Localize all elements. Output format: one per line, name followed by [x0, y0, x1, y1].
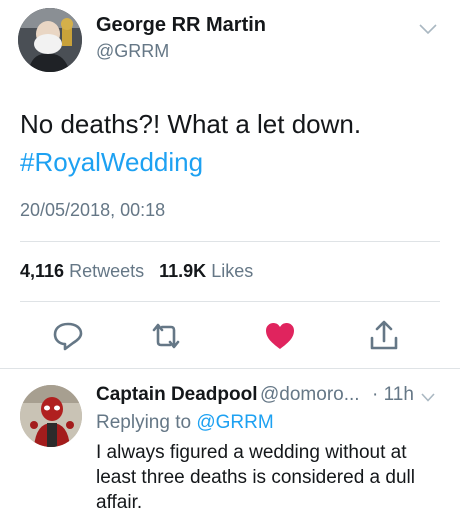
chevron-down-icon[interactable] — [420, 390, 436, 402]
engagement-stats: 4,116 Retweets 11.9K Likes — [20, 261, 253, 282]
divider — [20, 301, 440, 302]
author-name[interactable]: George RR Martin — [96, 14, 266, 37]
share-icon — [370, 320, 398, 350]
chevron-down-icon[interactable] — [418, 22, 438, 36]
likes-count[interactable]: 11.9K — [159, 261, 206, 281]
avatar-photo — [20, 385, 82, 447]
mention-link[interactable]: @GRRM — [196, 412, 273, 433]
reply-button[interactable] — [50, 318, 86, 354]
tweet-text-main: No deaths?! What a let down. — [20, 109, 362, 139]
tweet-text: No deaths?! What a let down. #RoyalWeddi… — [20, 105, 440, 181]
hashtag-link[interactable]: #RoyalWedding — [20, 143, 440, 181]
tweet-timestamp[interactable]: 20/05/2018, 00:18 — [20, 200, 165, 221]
retweet-icon — [152, 323, 180, 349]
reply-author-name[interactable]: Captain Deadpool — [96, 384, 258, 406]
author-avatar[interactable] — [18, 8, 82, 72]
reply-author-avatar[interactable] — [20, 385, 82, 447]
retweets-count[interactable]: 4,116 — [20, 261, 64, 281]
likes-label[interactable]: Likes — [211, 261, 253, 281]
retweet-button[interactable] — [148, 318, 184, 354]
retweets-label[interactable]: Retweets — [69, 261, 144, 281]
divider — [0, 368, 460, 369]
avatar-photo — [18, 8, 82, 72]
author-handle[interactable]: @GRRM — [96, 41, 169, 62]
replying-to: Replying to @GRRM — [96, 412, 274, 434]
like-button[interactable] — [262, 318, 298, 354]
reply-text: I always figured a wedding without at le… — [96, 442, 415, 513]
divider — [20, 241, 440, 242]
reply-icon — [53, 322, 83, 351]
replying-prefix: Replying to — [96, 412, 192, 433]
heart-icon — [266, 323, 294, 349]
reply-author-handle[interactable]: @domoro... — [260, 384, 360, 406]
reply-timestamp[interactable]: · 11h — [372, 384, 414, 406]
share-button[interactable] — [366, 318, 402, 354]
